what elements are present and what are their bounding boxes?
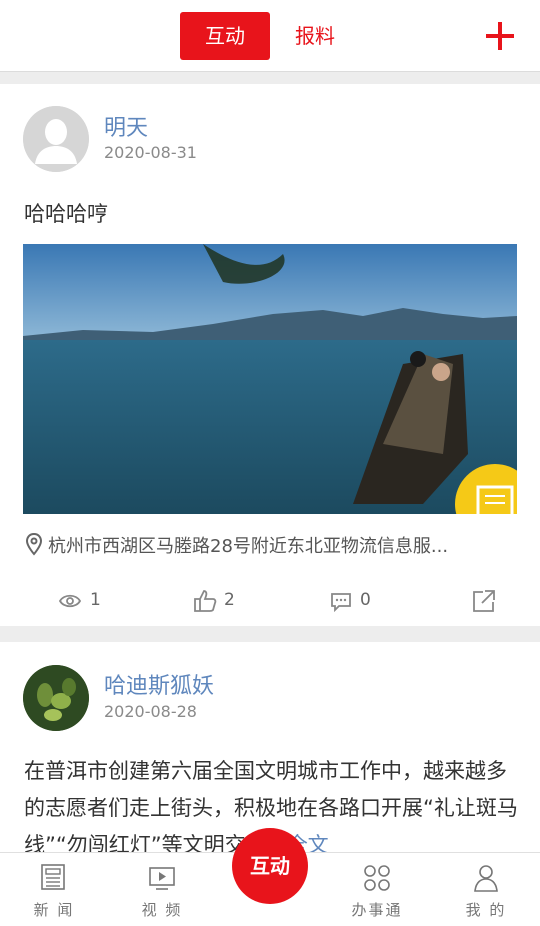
add-icon[interactable] <box>486 22 514 50</box>
user-icon[interactable] <box>472 863 500 893</box>
post-date: 2020-08-28 <box>104 702 197 721</box>
like-icon[interactable] <box>192 588 218 614</box>
nav-interaction-button[interactable]: 互动 <box>232 828 308 904</box>
grid-icon[interactable] <box>362 863 392 893</box>
tab-interaction[interactable]: 互动 <box>180 12 270 60</box>
nav-news-label[interactable]: 新 闻 <box>24 899 84 920</box>
nav-services-label[interactable]: 办事通 <box>347 899 407 920</box>
post-image[interactable] <box>23 244 517 514</box>
section-divider <box>0 626 540 642</box>
default-avatar-icon <box>23 106 89 172</box>
eye-icon <box>58 594 82 608</box>
nav-me-label[interactable]: 我 的 <box>456 899 516 920</box>
view-count: 1 <box>90 590 101 610</box>
top-header: 互动 报料 <box>0 0 540 72</box>
username[interactable]: 哈迪斯狐妖 <box>104 668 214 700</box>
comment-count: 0 <box>360 590 371 610</box>
lake-photo <box>23 244 517 514</box>
post-date: 2020-08-31 <box>104 143 197 162</box>
avatar[interactable] <box>23 665 89 731</box>
username[interactable]: 明天 <box>104 110 148 142</box>
newspaper-icon[interactable] <box>40 863 66 891</box>
plant-avatar-icon <box>23 665 89 731</box>
tab-report[interactable]: 报料 <box>280 12 350 60</box>
location-pin-icon <box>25 532 43 556</box>
video-icon[interactable] <box>148 865 176 891</box>
like-count: 2 <box>224 590 235 610</box>
post-location: 杭州市西湖区马塍路28号附近东北亚物流信息服... <box>48 536 449 557</box>
avatar[interactable] <box>23 106 89 172</box>
post-text: 哈哈哈哼 <box>24 202 108 226</box>
nav-video-label[interactable]: 视 频 <box>132 899 192 920</box>
share-icon[interactable] <box>471 588 497 614</box>
comment-icon[interactable] <box>330 588 352 614</box>
